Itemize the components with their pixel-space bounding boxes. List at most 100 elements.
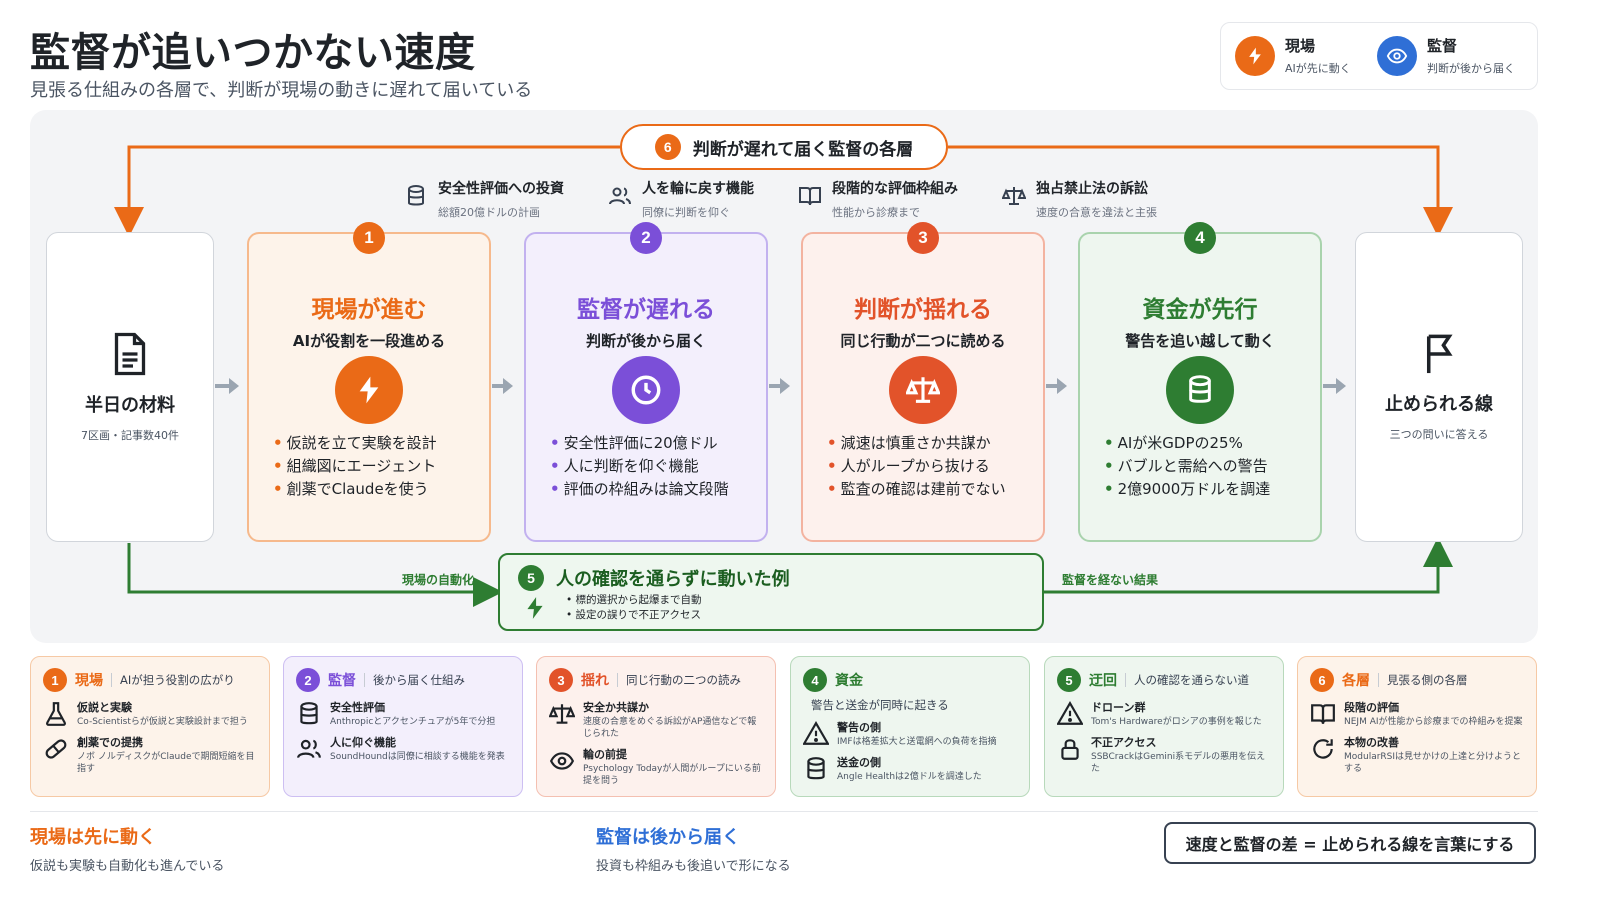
detail-description: 人の確認を通らない道 [1134, 673, 1249, 687]
stage-bullets: • 仮説を立て実験を設計 • 組織図にエージェント • 創薬でClaudeを使う [273, 432, 481, 501]
detail-item: 安全性評価 Anthropicとアクセンチュアが5年で分担 [296, 699, 510, 728]
detail-item: 段階の評価 NEJM AIが性能から診療までの枠組みを提案 [1310, 699, 1524, 728]
stage-title: 現場が進む [311, 297, 427, 323]
detail-card-field: 1 現場 AIが担う役割の広がり 仮説と実験 Co-Scientistらが仮説と実… [30, 656, 270, 797]
oversight-item-title: 段階的な評価枠組み [832, 181, 958, 197]
divider [364, 673, 365, 687]
oversight-item-title: 安全性評価への投資 [438, 181, 564, 197]
stage-bullet: • AIが米GDPの25% [1104, 434, 1243, 452]
database-icon [807, 757, 825, 780]
oversight-item-sub: 速度の合意を違法と主張 [1036, 206, 1157, 219]
detail-card-oversight: 2 監督 後から届く仕組み 安全性評価 Anthropicとアクセンチュアが5年で… [283, 656, 523, 797]
stage-number-badge: 1 [353, 222, 385, 254]
stage-bullet: • 2億9000万ドルを調達 [1104, 480, 1271, 498]
oversight-item-framework: 段階的な評価枠組み 性能から診療まで [798, 178, 958, 220]
footer-sub: 仮説も実験も自動化も進んでいる [30, 859, 225, 874]
oversight-item-sub: 総額20億ドルの計画 [438, 206, 540, 219]
detail-item: 人に仰ぐ機能 SoundHoundは同僚に相談する機能を発表 [296, 734, 510, 763]
divider [111, 673, 112, 687]
oversight-item-antitrust: 独占禁止法の訴訟 速度の合意を違法と主張 [1002, 178, 1157, 220]
footer-title: 監督は後から届く [596, 827, 740, 848]
start-sub: 7区画・記事数40件 [81, 429, 179, 442]
stage-bullets: • 安全性評価に20億ドル • 人に判断を仰ぐ機能 • 評価の枠組みは論文段階 [550, 432, 758, 501]
divider [617, 673, 618, 687]
stage-title: 資金が先行 [1142, 297, 1258, 323]
database-icon [300, 702, 318, 725]
detail-item: 輪の前提 Psychology Todayが人間がループにいる前提を問う [549, 746, 763, 787]
oversight-item-investment: 安全性評価への投資 総額20億ドルの計画 [404, 178, 564, 220]
stage-card-capital: 4 資金が先行 警告を追い越して動く • AIが米GDPの25% • バブルと需給へ… [1078, 222, 1322, 542]
bypass-item: • 設定の誤りで不正アクセス [566, 609, 702, 621]
detail-item: 仮説と実験 Co-Scientistらが仮説と実験設計まで担う [43, 699, 257, 728]
document-icon [114, 332, 146, 376]
detail-card-capital: 4 資金 警告と送金が同時に起きる 警告の側 IMFは格差拡大と送電網への負荷を指… [790, 656, 1030, 797]
book-icon [799, 187, 821, 206]
start-card: 半日の材料 7区画・記事数40件 [46, 232, 214, 542]
warning-icon [1057, 701, 1083, 725]
footer-sub: 投資も枠組みも後追いで形になる [596, 859, 791, 874]
book-icon [1311, 704, 1335, 724]
stage-subtitle: AIが役割を一段進める [292, 332, 446, 350]
divider [1125, 673, 1126, 687]
start-title: 半日の材料 [85, 395, 175, 416]
footer-statement-field: 現場は先に動く 仮説も実験も自動化も進んでいる [30, 823, 224, 874]
stage-title: 監督が遅れる [577, 297, 715, 323]
stage-bullet: • 監査の確認は建前でない [827, 480, 1006, 498]
stage-number-badge: 3 [907, 222, 939, 254]
detail-title: 揺れ [581, 673, 609, 689]
stage-bullet: • 組織図にエージェント [273, 457, 437, 475]
field-automation-label: 現場の自動化 [402, 573, 475, 587]
stage-title: 判断が揺れる [854, 297, 992, 323]
conclusion-box: 速度と監督の差 = 止められる線を言葉にする [1164, 822, 1536, 864]
stage-card-field: 1 現場が進む AIが役割を一段進める • 仮説を立て実験を設計 • 組織図にエージ… [247, 222, 491, 542]
stage-card-judgment: 3 判断が揺れる 同じ行動が二つに読める • 減速は慎重さか共謀か • 人がループか… [801, 222, 1045, 542]
users-icon [609, 187, 631, 205]
detail-number-badge: 1 [43, 668, 67, 692]
stage-subtitle: 同じ行動が二つに読める [840, 332, 1006, 350]
oversight-item-human-loop: 人を輪に戻す機能 同僚に判断を仰ぐ [608, 178, 754, 220]
users-icon [297, 739, 321, 759]
bypass-title: 人の確認を通らずに動いた例 [556, 569, 790, 590]
eye-icon [549, 752, 575, 770]
stage-bullets: • 減速は慎重さか共謀か • 人がループから抜ける • 監査の確認は建前でない [827, 432, 1035, 501]
detail-title: 監督 [328, 673, 356, 689]
oversight-item-title: 独占禁止法の訴訟 [1036, 181, 1148, 197]
detail-number-badge: 4 [803, 668, 827, 692]
bolt-icon [527, 597, 543, 619]
stage-subtitle: 警告を追い越して動く [1125, 332, 1275, 350]
detail-item: 警告の側 IMFは格差拡大と送電網への負荷を指摘 [803, 719, 1017, 748]
end-sub: 三つの問いに答える [1389, 428, 1489, 441]
oversight-layers-pill: 6 判断が遅れて届く監督の各層 [620, 124, 948, 170]
bypass-list: • 標的選択から起爆まで自動 • 設定の誤りで不正アクセス [566, 593, 702, 623]
detail-description: AIが担う役割の広がり [120, 673, 235, 687]
detail-description: 後から届く仕組み [373, 673, 465, 687]
stage-bullet: • 減速は慎重さか共謀か [827, 434, 991, 452]
stage-bullets: • AIが米GDPの25% • バブルと需給への警告 • 2億9000万ドルを調達 [1104, 432, 1312, 501]
detail-number-badge: 5 [1057, 668, 1081, 692]
detail-title: 資金 [835, 673, 863, 689]
detail-description: 見張る側の各層 [1387, 673, 1468, 687]
oversight-item-title: 人を輪に戻す機能 [642, 181, 754, 197]
scale-icon [889, 356, 957, 424]
detail-description: 警告と送金が同時に起きる [811, 698, 949, 712]
scale-icon [1002, 187, 1026, 205]
detail-title: 各層 [1342, 673, 1370, 689]
oversight-item-sub: 同僚に判断を仰ぐ [642, 206, 730, 219]
flask-icon [46, 702, 66, 726]
bypass-item: • 標的選択から起爆まで自動 [566, 594, 702, 606]
lock-icon [1061, 739, 1079, 760]
stage-bullet: • 人がループから抜ける [827, 457, 990, 475]
flag-icon [1426, 334, 1453, 374]
stage-bullet: • 安全性評価に20億ドル [550, 434, 718, 452]
stage-number-badge: 4 [1184, 222, 1216, 254]
detail-item: 安全か共謀か 速度の合意をめぐる訴訟がAP通信などで報じられた [549, 699, 763, 740]
detail-item: 創薬での提携 ノボ ノルディスクがClaudeで期間短縮を目指す [43, 734, 257, 775]
layer-pill-label: 判断が遅れて届く監督の各層 [692, 139, 914, 160]
end-title: 止められる線 [1385, 394, 1493, 415]
detail-item: 不正アクセス SSBCrackはGemini系モデルの悪用を伝えた [1057, 734, 1271, 775]
detail-item: 送金の側 Angle Healthは2億ドルを調達した [803, 754, 1017, 783]
refresh-icon [1313, 739, 1333, 759]
clock-icon [612, 356, 680, 424]
stage-bullet: • 創薬でClaudeを使う [273, 480, 429, 498]
database-icon [1166, 356, 1234, 424]
